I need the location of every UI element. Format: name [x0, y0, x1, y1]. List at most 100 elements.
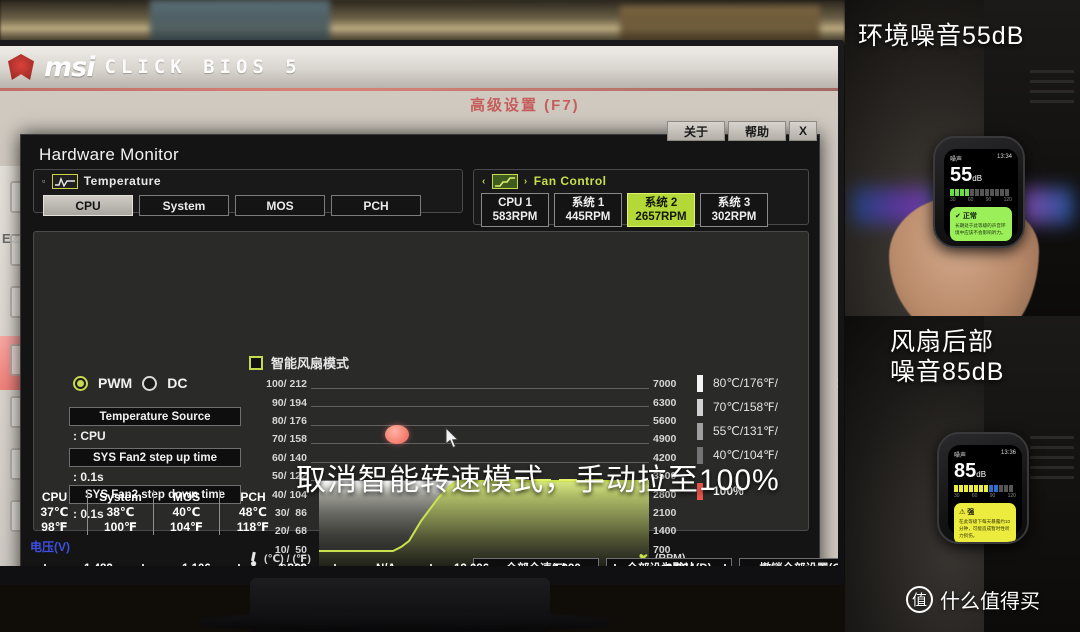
- monitor-stand-foot: [200, 612, 610, 632]
- watch-screen: 噪声 13:36 85dB 30 60 90 120 ⚠ 强 在此等级下每天暴露…: [948, 445, 1022, 542]
- watch-db-value: 55: [950, 164, 973, 186]
- revert-all-button[interactable]: 撤销全部设置(C): [739, 558, 838, 566]
- radio-pwm[interactable]: [73, 375, 88, 391]
- watch-status-text: 正常: [962, 213, 977, 220]
- temp-cell-pch: PCH 48℃ 118℉: [220, 490, 286, 535]
- fan-label: 系统 2: [644, 196, 678, 209]
- watch-status-card: ⚠ 强 在此等级下每天暴露约10分钟，可能造成暂时性听力损伤。: [954, 503, 1016, 542]
- msi-brand-sub: CLICK BIOS 5: [104, 56, 302, 78]
- fan-mode-radio-group: PWM DC: [73, 375, 187, 391]
- watch-db-unit: dB: [976, 470, 987, 479]
- close-button[interactable]: X: [788, 121, 817, 141]
- legend-row: 80℃/176℉/ 100%: [697, 371, 838, 395]
- axis-tick: 5600: [653, 414, 677, 427]
- watch-db-reading: 55dB: [950, 165, 1012, 185]
- chart-line-icon: [51, 173, 78, 189]
- axis-tick: 70/ 158: [271, 433, 307, 446]
- bios-advanced-hint: 高级设置 (F7): [470, 97, 580, 114]
- fan-prev-icon[interactable]: ‹: [482, 176, 486, 187]
- watch-statusbar: 噪声 13:36: [954, 450, 1016, 459]
- check-circle-icon: ✔: [955, 213, 961, 220]
- scale-tick: 90: [985, 197, 992, 203]
- temp-fahrenheit: 100℉: [103, 520, 138, 534]
- watch-time: 13:36: [1000, 450, 1016, 456]
- temp-celsius: 37℃: [40, 505, 69, 519]
- fan-button-sys1[interactable]: 系统 1 445RPM: [554, 193, 622, 227]
- smartwatch-ambient: 噪声 13:34 55dB 30 60 90 120 ✔ 正常 长期处于此等级的…: [933, 136, 1025, 248]
- axis-tick: 1400: [653, 525, 677, 538]
- temperature-source-field[interactable]: Temperature Source : CPU: [69, 407, 241, 443]
- temp-name: CPU: [41, 490, 68, 504]
- legend-swatch: [697, 374, 703, 392]
- watermark-text: 什么值得买: [940, 591, 1040, 613]
- fan-button-cpu1[interactable]: CPU 1 583RPM: [481, 193, 549, 227]
- fan-button-sys3[interactable]: 系统 3 302RPM: [700, 193, 768, 227]
- legend-row: 55℃/131℉/ 35%: [697, 419, 838, 443]
- radio-dc[interactable]: [142, 375, 158, 391]
- smart-fan-mode-checkbox[interactable]: [249, 355, 263, 370]
- mouse-cursor-icon: [445, 427, 459, 449]
- fan-button-sys2[interactable]: 系统 2 2657RPM: [627, 193, 695, 227]
- axis-tick: 80/ 176: [271, 414, 307, 427]
- help-button[interactable]: 帮助: [727, 121, 786, 141]
- legend-point: 70℃/158℉/: [713, 400, 778, 414]
- watermark: 值 什么值得买: [906, 585, 1040, 614]
- voltage-value: N/A: [376, 563, 396, 566]
- watch-status-text: 强: [967, 509, 975, 516]
- scale-tick: 30: [950, 197, 956, 203]
- watch-meter-scale: 30 60 90 120: [954, 493, 1016, 499]
- legend-point: 55℃/131℉/: [713, 424, 778, 438]
- watch-statusbar: 噪声 13:34: [950, 154, 1012, 163]
- radio-pwm-label: PWM: [98, 375, 133, 391]
- smartwatch-fan-noise: 噪声 13:36 85dB 30 60 90 120 ⚠ 强 在此等级下每天暴露…: [937, 432, 1029, 544]
- step-up-time-field[interactable]: SYS Fan2 step up time : 0.1s: [69, 448, 241, 484]
- watch-meter-scale: 30 60 90 120: [950, 197, 1012, 203]
- watermark-badge-icon: 值: [906, 586, 933, 613]
- fan-selector-group: CPU 1 583RPM 系统 1 445RPM 系统 2 2657RPM 系统…: [481, 193, 768, 227]
- fan-curve-drag-handle[interactable]: [385, 425, 409, 444]
- watch-time: 13:34: [996, 154, 1012, 160]
- watch-status-title: ⚠ 强: [959, 507, 1011, 517]
- temp-name: MOS: [172, 490, 201, 504]
- caption-main: 取消智能转速模式，手动拉至100%: [296, 464, 780, 497]
- temp-cell-cpu: CPU 37℃ 98℉: [22, 490, 88, 535]
- voltage-value: 1.482: [84, 563, 113, 566]
- fan-rpm: 302RPM: [711, 211, 757, 223]
- step-up-time-label: SYS Fan2 step up time: [69, 448, 241, 467]
- tab-cpu[interactable]: CPU: [43, 195, 133, 216]
- about-button[interactable]: 关于: [666, 121, 725, 141]
- temp-fahrenheit: 104℉: [169, 520, 204, 534]
- caption-fan-noise-line2: 噪音85dB: [890, 357, 1005, 386]
- voltage-value: 1.106: [182, 563, 211, 566]
- legend-duty: 35%: [831, 424, 838, 438]
- watch-level-meter: [954, 485, 1016, 492]
- temp-name: System: [99, 490, 142, 504]
- voltage-value: 4.990: [552, 563, 581, 566]
- smart-fan-mode-row[interactable]: 智能风扇模式: [249, 353, 349, 372]
- watch-app-title: 噪声: [954, 453, 967, 459]
- legend-swatch: [697, 422, 703, 440]
- temperature-panel-header: ▫ Temperature: [34, 170, 162, 192]
- fan-rpm: 2657RPM: [635, 211, 687, 223]
- scale-tick: 90: [989, 493, 996, 499]
- temperature-panel-title: Temperature: [83, 174, 162, 188]
- msi-accent-line: [0, 88, 838, 91]
- step-up-time-value: : 0.1s: [73, 470, 104, 484]
- caption-ambient-noise: 环境噪音55dB: [858, 22, 1025, 50]
- scale-tick: 60: [971, 493, 978, 499]
- legend-duty: 60%: [831, 400, 838, 414]
- watch-db-reading: 85dB: [954, 461, 1016, 481]
- temp-celsius: 38℃: [106, 505, 135, 519]
- tab-mos[interactable]: MOS: [235, 195, 325, 216]
- fan-control-panel-title: Fan Control: [533, 174, 607, 188]
- fan-rpm: 445RPM: [565, 211, 611, 223]
- fan-next-icon[interactable]: ›: [524, 176, 528, 187]
- msi-brand: msi: [44, 51, 95, 83]
- tab-system[interactable]: System: [139, 195, 229, 216]
- axis-tick: 100/ 212: [266, 378, 307, 391]
- tab-pch[interactable]: PCH: [331, 195, 421, 216]
- axis-tick: 4900: [653, 433, 677, 446]
- legend-point: 80℃/176℉/: [713, 376, 778, 390]
- fan-curve-graph: 智能风扇模式 100/ 212 90/ 194 80/ 176 70/ 158 …: [249, 353, 685, 566]
- watch-app-title: 噪声: [950, 157, 963, 163]
